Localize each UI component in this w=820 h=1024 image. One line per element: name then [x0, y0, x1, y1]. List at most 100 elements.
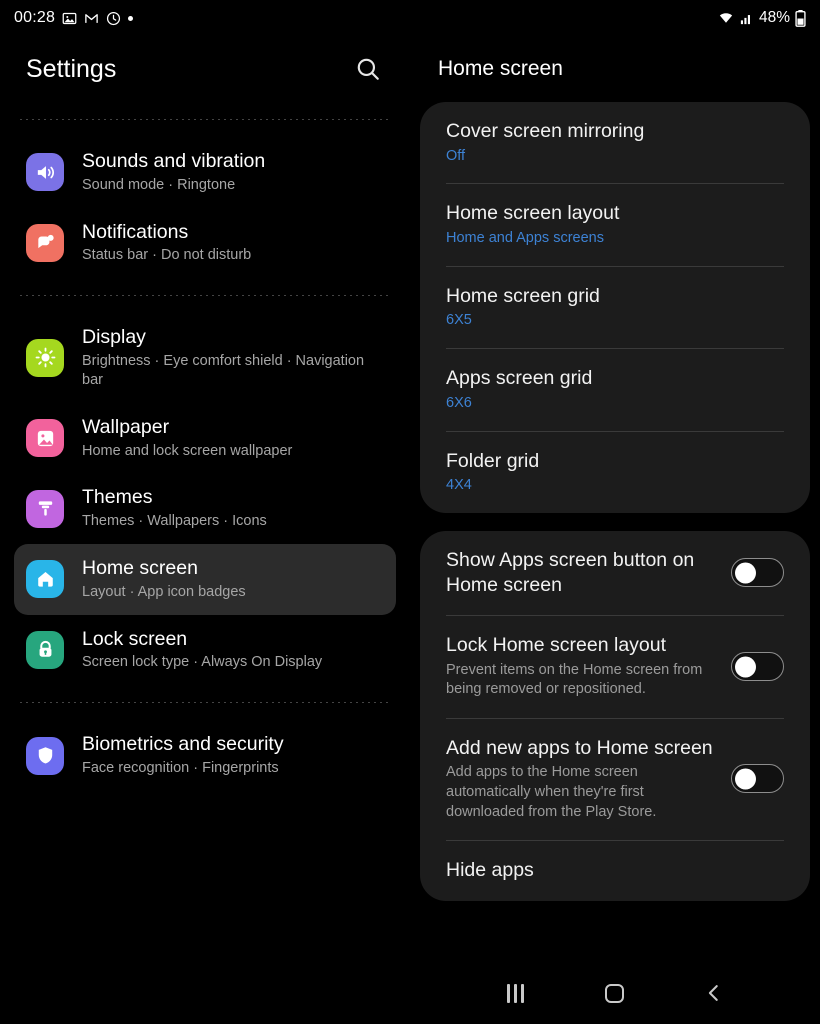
home-screen-toggles-card: Show Apps screen button on Home screen L…	[420, 531, 810, 901]
sidebar-item-sublabel: Sound mode · Ringtone	[82, 176, 236, 193]
row-title: Folder grid	[446, 449, 540, 472]
sidebar-item-sublabel: Screen lock type · Always On Display	[82, 654, 323, 671]
row-folder-grid[interactable]: Folder grid 4X4	[446, 430, 784, 513]
shield-icon	[26, 736, 64, 775]
status-bar-left: 00:28	[14, 9, 134, 27]
row-apps-screen-grid[interactable]: Apps screen grid 6X6	[446, 348, 784, 430]
sidebar-item-sublabel: Home and lock screen wallpaper	[82, 442, 293, 459]
sidebar-item-text: Home screen Layout · App icon badges	[82, 557, 246, 602]
sidebar-item-label: Lock screen	[82, 627, 188, 650]
brightness-icon	[26, 338, 64, 377]
show-apps-screen-button-toggle[interactable]	[731, 558, 784, 588]
settings-sidebar-pane: Settings Sounds and vibration Sound mode…	[0, 36, 410, 1024]
home-screen-options-card: Cover screen mirroring Off Home screen l…	[420, 102, 810, 514]
row-title: Lock Home screen layout	[446, 634, 667, 657]
detail-title: Home screen	[438, 57, 563, 80]
status-bar-right: 48%	[718, 9, 806, 27]
sidebar-item-label: Biometrics and security	[82, 733, 284, 756]
row-text: Lock Home screen layout Prevent items on…	[446, 633, 721, 700]
back-chevron-icon	[709, 985, 719, 1001]
lock-icon	[26, 630, 64, 669]
sidebar-item-label: Themes	[82, 486, 153, 509]
sidebar-item-home-screen[interactable]: Home screen Layout · App icon badges	[14, 543, 396, 615]
sidebar-item-notifications[interactable]: Notifications Status bar · Do not distur…	[14, 208, 396, 279]
row-value: 6X5	[446, 312, 472, 329]
row-title: Cover screen mirroring	[446, 120, 645, 142]
sidebar-list: Sounds and vibration Sound mode · Ringto…	[0, 119, 410, 791]
toggle-knob	[734, 768, 756, 790]
sidebar-item-text: Notifications Status bar · Do not distur…	[82, 221, 251, 266]
row-title: Apps screen grid	[446, 367, 593, 390]
sidebar-item-text: Wallpaper Home and lock screen wallpaper	[82, 416, 292, 461]
gmail-icon	[84, 11, 99, 26]
toggle-knob	[734, 656, 756, 677]
row-value: Off	[446, 147, 466, 164]
page-title: Settings	[26, 54, 117, 83]
sidebar-item-label: Display	[82, 326, 146, 349]
row-show-apps-screen-button[interactable]: Show Apps screen button on Home screen	[446, 531, 784, 615]
sidebar-item-text: Lock screen Screen lock type · Always On…	[82, 628, 322, 673]
add-new-apps-toggle[interactable]	[731, 764, 784, 794]
sidebar-item-sublabel: Layout · App icon badges	[82, 583, 246, 600]
sidebar-item-lock-screen[interactable]: Lock screen Screen lock type · Always On…	[14, 615, 396, 686]
speaker-icon	[26, 153, 64, 192]
row-title: Add new apps to Home screen	[446, 736, 713, 759]
sidebar-item-label: Notifications	[82, 220, 189, 243]
row-title: Home screen grid	[446, 284, 600, 307]
sidebar-item-label: Home screen	[82, 556, 198, 579]
status-bar: 00:28 48%	[0, 0, 820, 36]
back-button[interactable]	[690, 969, 738, 1017]
battery-percent-label: 48%	[758, 9, 790, 26]
sidebar-item-sounds-and-vibration[interactable]: Sounds and vibration Sound mode · Ringto…	[14, 137, 396, 208]
cellular-signal-icon	[739, 11, 754, 26]
row-home-screen-layout[interactable]: Home screen layout Home and Apps screens	[446, 183, 784, 265]
recents-icon	[507, 983, 524, 1003]
sidebar-header: Settings	[0, 36, 410, 102]
home-button[interactable]	[591, 969, 639, 1017]
notification-icon	[26, 223, 64, 262]
row-title: Home screen layout	[446, 202, 620, 225]
paint-roller-icon	[26, 489, 64, 528]
row-add-new-apps-to-home-screen[interactable]: Add new apps to Home screen Add apps to …	[446, 717, 784, 840]
row-value: 4X4	[446, 477, 472, 494]
toggle-knob	[734, 562, 756, 584]
divider	[18, 295, 392, 297]
lock-home-screen-layout-toggle[interactable]	[731, 652, 784, 681]
home-icon	[26, 560, 64, 599]
sidebar-item-wallpaper[interactable]: Wallpaper Home and lock screen wallpaper	[14, 403, 396, 474]
sidebar-item-label: Sounds and vibration	[82, 150, 266, 172]
sidebar-item-sublabel: Face recognition · Fingerprints	[82, 760, 279, 776]
divider	[18, 702, 392, 704]
row-cover-screen-mirroring[interactable]: Cover screen mirroring Off	[446, 102, 784, 183]
sidebar-item-text: Sounds and vibration Sound mode · Ringto…	[82, 150, 265, 195]
search-icon[interactable]	[348, 49, 388, 89]
row-title: Show Apps screen button on Home screen	[446, 549, 695, 596]
dot-icon	[128, 15, 134, 21]
row-lock-home-screen-layout[interactable]: Lock Home screen layout Prevent items on…	[446, 615, 784, 718]
row-home-screen-grid[interactable]: Home screen grid 6X5	[446, 265, 784, 348]
sidebar-item-display[interactable]: Display Brightness · Eye comfort shield …	[14, 313, 396, 402]
sidebar-item-sublabel: Brightness · Eye comfort shield · Naviga…	[82, 353, 365, 388]
wifi-icon	[718, 10, 734, 26]
row-value: 6X6	[446, 394, 472, 411]
recents-button[interactable]	[492, 969, 540, 1017]
row-text: Show Apps screen button on Home screen	[446, 548, 721, 597]
sidebar-item-text: Themes Themes · Wallpapers · Icons	[82, 486, 267, 531]
row-title: Hide apps	[446, 859, 534, 882]
row-description: Prevent items on the Home screen from be…	[446, 661, 703, 698]
gallery-icon	[62, 11, 77, 26]
row-description: Add apps to the Home screen automaticall…	[446, 764, 657, 820]
clock-icon	[106, 11, 121, 26]
sidebar-item-themes[interactable]: Themes Themes · Wallpapers · Icons	[14, 473, 396, 544]
sidebar-item-label: Wallpaper	[82, 415, 170, 438]
row-text: Add new apps to Home screen Add apps to …	[446, 736, 721, 822]
row-hide-apps[interactable]: Hide apps	[446, 840, 784, 901]
sidebar-item-biometrics-and-security[interactable]: Biometrics and security Face recognition…	[14, 720, 396, 791]
image-icon	[26, 419, 64, 458]
sidebar-item-text: Display Brightness · Eye comfort shield …	[82, 326, 384, 389]
row-value: Home and Apps screens	[446, 229, 604, 246]
sidebar-item-text: Biometrics and security Face recognition…	[82, 733, 284, 778]
sidebar-item-sublabel: Themes · Wallpapers · Icons	[82, 513, 267, 530]
phone-screen: 00:28 48% Settings Sounds and vibration …	[0, 0, 820, 1024]
battery-icon	[795, 9, 806, 27]
